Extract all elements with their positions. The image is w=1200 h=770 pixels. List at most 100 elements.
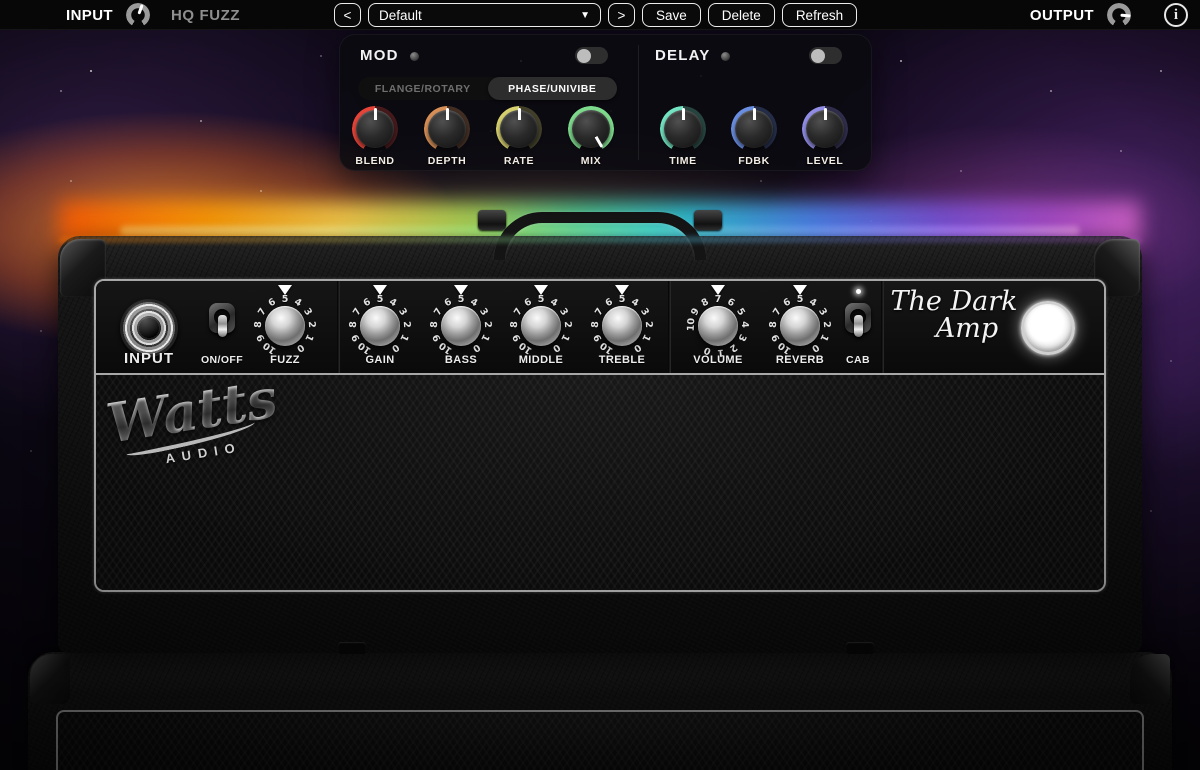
toggle-thumb: [577, 49, 591, 63]
knob-indicator-icon: [446, 108, 449, 129]
input-gain-knob[interactable]: [125, 2, 151, 28]
time-knob-label: TIME: [647, 155, 719, 167]
tab-flange-rotary[interactable]: FLANGE/ROTARY: [358, 77, 488, 100]
stars: [0, 30, 2, 32]
knob-cap: [521, 306, 561, 346]
fx-panel-divider: [638, 45, 639, 160]
toggle-thumb: [811, 49, 825, 63]
cab-switch-label: CAB: [816, 354, 900, 366]
volume-knob[interactable]: 012345678910: [686, 294, 750, 358]
knob-indicator-icon: [374, 108, 377, 129]
output-gain-knob[interactable]: [1106, 2, 1132, 28]
switch-lever: [854, 315, 863, 337]
depth-knob-label: DEPTH: [411, 155, 483, 167]
brand-logo: Watts AUDIO: [103, 367, 303, 475]
middle-knob-label: MIDDLE: [499, 354, 583, 366]
mix-knob[interactable]: [568, 106, 614, 152]
input-gain-label: INPUT: [66, 7, 113, 24]
knob-cap: [265, 306, 305, 346]
model-line-2: Amp: [884, 314, 1024, 344]
time-knob[interactable]: [660, 106, 706, 152]
tab-phase-univibe[interactable]: PHASE/UNIVIBE: [488, 77, 618, 100]
mod-enable-toggle[interactable]: [575, 47, 608, 64]
amp-front-frame: INPUT ON/OFF 012345678910 FUZZ: [94, 279, 1106, 592]
power-switch[interactable]: [207, 295, 237, 347]
mini-knob-icon: [410, 52, 419, 61]
mini-knob-icon: [721, 52, 730, 61]
fdbk-knob[interactable]: [731, 106, 777, 152]
level-knob[interactable]: [802, 106, 848, 152]
rate-knob[interactable]: [496, 106, 542, 152]
plugin-name: HQ FUZZ: [171, 7, 240, 24]
mix-knob-label: MIX: [555, 155, 627, 167]
fuzz-knob[interactable]: 012345678910: [253, 294, 317, 358]
delay-section-title: DELAY: [655, 47, 710, 64]
plugin-window: INPUT HQ FUZZ < Default ▼ > Save Delete …: [0, 0, 1200, 770]
knob-cap: [441, 306, 481, 346]
cabinet-grille: [56, 710, 1144, 770]
handle-bracket: [478, 210, 506, 230]
level-knob-label: LEVEL: [789, 155, 861, 167]
knob-scale-number: 10: [683, 316, 700, 333]
cab-led: [856, 289, 861, 294]
knob-cap: [602, 306, 642, 346]
rate-knob-label: RATE: [483, 155, 555, 167]
knob-cap: [698, 306, 738, 346]
gain-knob-label: GAIN: [338, 354, 422, 366]
treble-knob-label: TREBLE: [580, 354, 664, 366]
blend-knob[interactable]: [352, 106, 398, 152]
blend-knob-label: BLEND: [339, 155, 411, 167]
amp-head: INPUT ON/OFF 012345678910 FUZZ: [58, 236, 1142, 653]
input-jack: [120, 299, 178, 357]
fuzz-knob-label: FUZZ: [243, 354, 327, 366]
corner-protector: [30, 654, 70, 704]
knob-cap: [360, 306, 400, 346]
treble-knob[interactable]: 012345678910: [590, 294, 654, 358]
delay-enable-toggle[interactable]: [809, 47, 842, 64]
knob-indicator-icon: [682, 108, 685, 129]
bass-knob[interactable]: 012345678910: [429, 294, 493, 358]
middle-knob[interactable]: 012345678910: [509, 294, 573, 358]
preset-controls: < Default ▼ > Save Delete Refresh: [334, 3, 857, 27]
gain-knob[interactable]: 012345678910: [348, 294, 412, 358]
depth-knob[interactable]: [424, 106, 470, 152]
mod-mode-tabs: FLANGE/ROTARY PHASE/UNIVIBE: [358, 77, 617, 100]
power-lamp: [1021, 301, 1075, 355]
speaker-cabinet: [28, 652, 1172, 770]
toolbar: INPUT HQ FUZZ < Default ▼ > Save Delete …: [0, 0, 1200, 30]
mod-section-title: MOD: [360, 47, 399, 64]
amp-foot: [338, 642, 366, 654]
save-button[interactable]: Save: [642, 3, 701, 27]
knob-indicator-icon: [824, 108, 827, 129]
amp-grille: Watts AUDIO: [96, 375, 1104, 590]
preset-dropdown[interactable]: Default ▼: [368, 3, 601, 27]
fx-panel: MOD FLANGE/ROTARY PHASE/UNIVIBE BLEND DE…: [339, 34, 872, 171]
knob-indicator-icon: [753, 108, 756, 129]
toolbar-right: OUTPUT i: [1030, 0, 1188, 30]
volume-knob-label: VOLUME: [676, 354, 760, 366]
amp-top-reflection: [58, 236, 1142, 243]
handle-bracket: [694, 210, 722, 230]
output-gain-label: OUTPUT: [1030, 7, 1094, 24]
amp-model-name: The Dark Amp: [884, 287, 1024, 344]
switch-lever: [218, 315, 227, 337]
power-led: [220, 289, 225, 294]
reverb-knob[interactable]: 012345678910: [768, 294, 832, 358]
knob-cap: [780, 306, 820, 346]
fdbk-knob-label: FDBK: [718, 155, 790, 167]
dropdown-arrow-icon: ▼: [580, 10, 590, 21]
delete-button[interactable]: Delete: [708, 3, 775, 27]
cab-switch[interactable]: [843, 295, 873, 347]
input-jack-label: INPUT: [107, 350, 191, 367]
knob-indicator-icon: [518, 108, 521, 129]
next-preset-button[interactable]: >: [608, 3, 635, 27]
corner-protector: [1130, 654, 1170, 704]
toolbar-left: INPUT HQ FUZZ: [66, 0, 240, 30]
info-icon[interactable]: i: [1164, 3, 1188, 27]
panel-divider: [668, 281, 671, 373]
knob-ring-icon: [126, 3, 150, 27]
amp-foot: [846, 642, 874, 654]
previous-preset-button[interactable]: <: [334, 3, 361, 27]
refresh-button[interactable]: Refresh: [782, 3, 857, 27]
control-panel: INPUT ON/OFF 012345678910 FUZZ: [96, 281, 1104, 375]
